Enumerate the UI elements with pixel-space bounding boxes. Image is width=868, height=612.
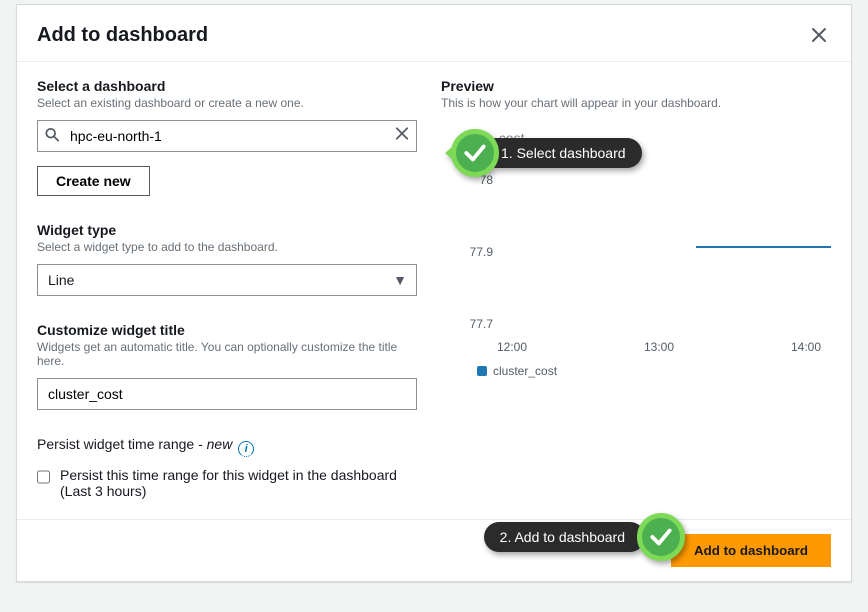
widget-title-input[interactable] [37, 378, 417, 410]
search-icon [45, 128, 59, 145]
callout-step-1-label: 1. Select dashboard [481, 138, 642, 168]
widget-title-label: Customize widget title [37, 322, 417, 338]
chart-x-axis: 12:00 13:00 14:00 [497, 340, 821, 354]
persist-label: Persist widget time range - new i [37, 436, 254, 452]
chart-legend: cluster_cost [477, 364, 831, 378]
close-icon [811, 27, 827, 43]
modal-footer: Add to dashboard [17, 519, 851, 581]
x-tick: 13:00 [644, 340, 674, 354]
persist-label-new: new [207, 436, 233, 452]
dashboard-search-row [37, 120, 417, 152]
preview-label: Preview [441, 78, 831, 94]
x-tick: 14:00 [791, 340, 821, 354]
form-column: Select a dashboard Select an existing da… [37, 78, 417, 499]
preview-sub: This is how your chart will appear in yo… [441, 96, 831, 110]
legend-swatch [477, 366, 487, 376]
x-tick: 12:00 [497, 340, 527, 354]
y-tick: 77.9 [457, 245, 493, 259]
persist-checkbox-label[interactable]: Persist this time range for this widget … [60, 467, 417, 499]
create-new-button[interactable]: Create new [37, 166, 150, 196]
modal-title: Add to dashboard [37, 24, 208, 47]
modal-header: Add to dashboard [17, 5, 851, 62]
y-tick: 77.7 [457, 317, 493, 331]
modal-body: Select a dashboard Select an existing da… [17, 62, 851, 519]
callout-step-2-label: 2. Add to dashboard [484, 522, 645, 552]
check-badge-icon [451, 129, 499, 177]
close-button[interactable] [807, 23, 831, 47]
widget-type-sub: Select a widget type to add to the dashb… [37, 240, 417, 254]
check-badge-icon [637, 513, 685, 561]
info-icon[interactable]: i [238, 441, 254, 457]
chart-series-line [696, 246, 831, 248]
widget-type-label: Widget type [37, 222, 417, 238]
widget-title-sub: Widgets get an automatic title. You can … [37, 340, 417, 368]
select-dashboard-label: Select a dashboard [37, 78, 417, 94]
callout-step-2: 2. Add to dashboard [484, 513, 685, 561]
callout-step-1: 1. Select dashboard [445, 129, 642, 177]
widget-type-select[interactable]: Line [37, 264, 417, 296]
clear-search-icon[interactable] [395, 127, 409, 146]
select-dashboard-sub: Select an existing dashboard or create a… [37, 96, 417, 110]
legend-label: cluster_cost [493, 364, 557, 378]
dashboard-search-input[interactable] [37, 120, 417, 152]
chart-grid: 78 77.9 77.7 [457, 172, 831, 332]
add-to-dashboard-modal: Add to dashboard Select a dashboard Sele… [16, 4, 852, 582]
persist-checkbox[interactable] [37, 470, 50, 484]
persist-label-prefix: Persist widget time range - [37, 436, 207, 452]
add-to-dashboard-button[interactable]: Add to dashboard [671, 534, 831, 567]
